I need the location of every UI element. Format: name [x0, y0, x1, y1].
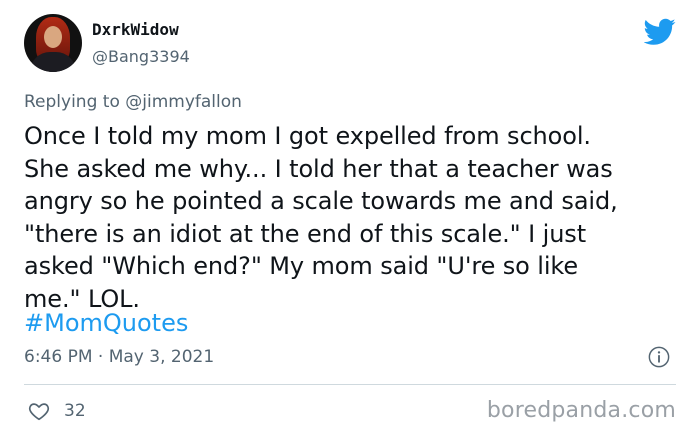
- author-block: DxrkWidow @Bang3394: [92, 20, 190, 68]
- tweet-body: Once I told my mom I got expelled from s…: [24, 120, 684, 315]
- replying-to: Replying to @jimmyfallon: [24, 90, 242, 114]
- heart-icon[interactable]: [28, 400, 50, 422]
- tweet-body-line: She asked me why... I told her that a te…: [24, 154, 613, 183]
- replying-to-prefix: Replying to: [24, 92, 120, 112]
- like-count: 32: [64, 401, 86, 421]
- tweet-timestamp[interactable]: 6:46 PM · May 3, 2021: [24, 345, 214, 369]
- tweet-card: DxrkWidow @Bang3394 Replying to @jimmyfa…: [0, 0, 700, 439]
- twitter-bird-icon[interactable]: [644, 18, 676, 46]
- replying-to-mention[interactable]: @jimmyfallon: [125, 92, 242, 112]
- watermark: boredpanda.com: [486, 398, 676, 423]
- tweet-body-line: "there is an idiot at the end of this sc…: [24, 219, 587, 248]
- divider: [24, 384, 676, 385]
- tweet-body-line: asked "Which end?" My mom said "U're so …: [24, 252, 579, 280]
- avatar-face: [44, 26, 62, 48]
- tweet-header: DxrkWidow @Bang3394: [24, 14, 676, 78]
- tweet-body-line: angry so he pointed a scale towards me a…: [24, 187, 618, 215]
- hashtag-link[interactable]: #MomQuotes: [24, 308, 188, 338]
- tweet-footer: 32 boredpanda.com: [24, 397, 676, 427]
- tweet-body-line: Once I told my mom I got expelled from s…: [24, 122, 591, 150]
- author-handle[interactable]: @Bang3394: [92, 46, 190, 68]
- author-display-name[interactable]: DxrkWidow: [92, 20, 190, 40]
- info-icon[interactable]: [648, 346, 670, 368]
- avatar[interactable]: [24, 14, 82, 72]
